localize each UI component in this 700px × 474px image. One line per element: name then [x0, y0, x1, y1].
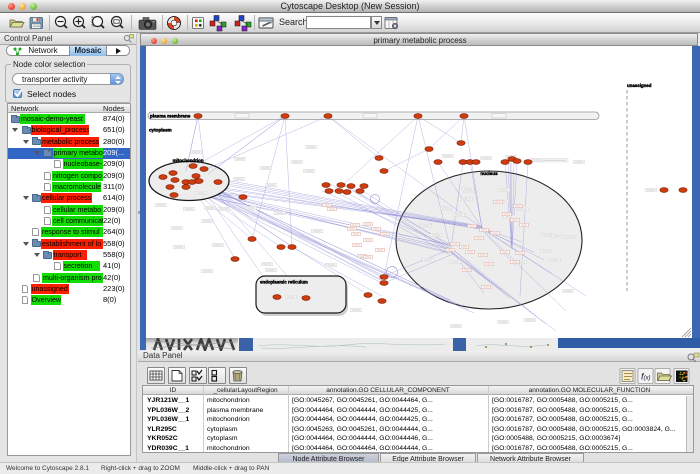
svg-text:plasma membrane: plasma membrane — [150, 114, 191, 119]
svg-text:endoplasmic reticulum: endoplasmic reticulum — [260, 280, 308, 285]
svg-text:unassigned: unassigned — [627, 83, 652, 88]
svg-text:cytoplasm: cytoplasm — [149, 128, 172, 133]
svg-text:mitochondrion: mitochondrion — [173, 158, 204, 163]
svg-text:nucleus: nucleus — [480, 171, 498, 176]
